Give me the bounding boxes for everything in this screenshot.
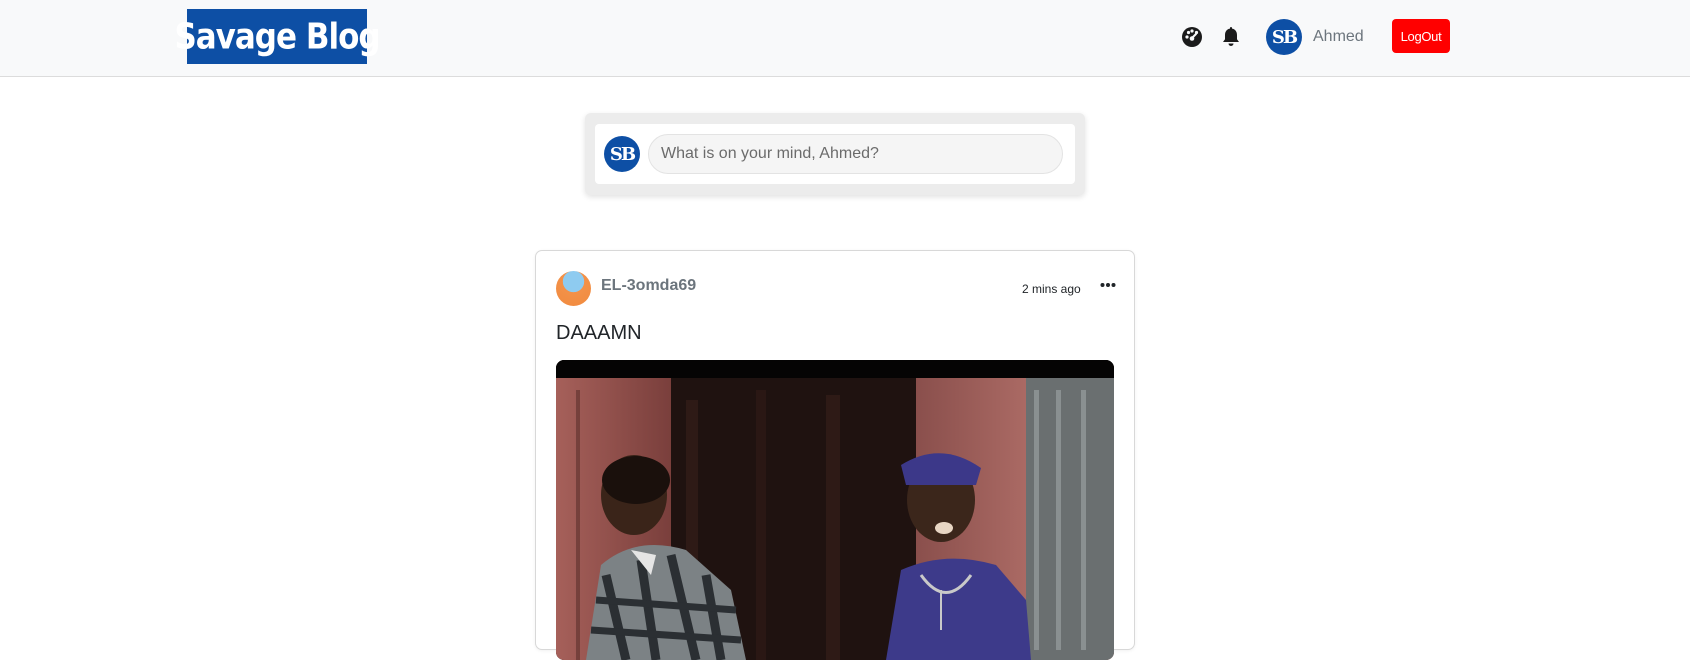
user-menu[interactable]: SB Ahmed <box>1266 18 1364 56</box>
post-card: EL-3omda69 2 mins ago DAAAMN <box>535 250 1135 660</box>
brand-logo-text: Savage Blog <box>174 15 380 58</box>
post-author-avatar[interactable] <box>556 271 591 306</box>
post-title: DAAAMN <box>556 322 642 344</box>
post-media-image[interactable] <box>556 360 1114 660</box>
post-composer: SB <box>585 113 1085 195</box>
composer-input[interactable] <box>648 134 1063 174</box>
more-horizontal-icon[interactable] <box>1098 275 1118 295</box>
user-avatar: SB <box>1266 19 1302 55</box>
post-author[interactable]: EL-3omda69 <box>601 277 696 295</box>
bell-icon[interactable] <box>1220 26 1242 48</box>
post-timestamp: 2 mins ago <box>1022 282 1081 296</box>
nav-username: Ahmed <box>1313 28 1364 45</box>
composer-avatar-text: SB <box>609 143 636 165</box>
post-media-illustration <box>556 360 1114 660</box>
brand-logo[interactable]: Savage Blog <box>174 9 381 64</box>
post-composer-inner: SB <box>595 124 1075 184</box>
dashboard-icon[interactable] <box>1181 26 1203 48</box>
navbar: Savage Blog SB Ahmed LogOut <box>0 0 1690 77</box>
logout-button[interactable]: LogOut <box>1392 19 1450 53</box>
composer-avatar: SB <box>604 136 640 172</box>
user-avatar-text: SB <box>1271 26 1298 48</box>
